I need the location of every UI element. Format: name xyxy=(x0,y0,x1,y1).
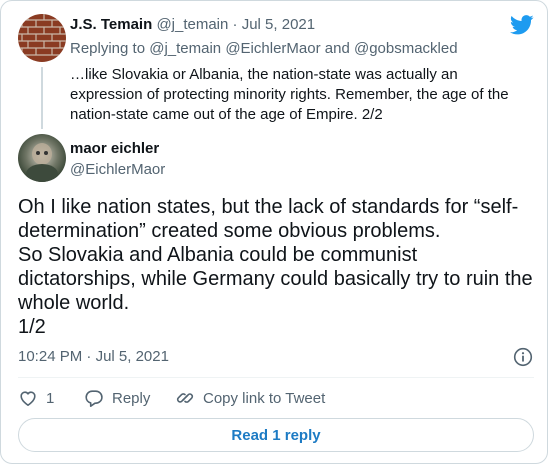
tweet-text-line: dictatorships, while Germany could basic… xyxy=(18,268,533,290)
heart-icon xyxy=(20,391,36,406)
replying-to-line: Replying to @j_temain @EichlerMaor and @… xyxy=(70,40,458,57)
tweet-author-name[interactable]: maor eichler xyxy=(70,140,159,157)
replying-handle-gobsmackled[interactable]: @gobsmackled xyxy=(354,40,458,57)
twitter-bird-icon[interactable] xyxy=(510,15,534,35)
tweet-text-line: whole world. xyxy=(18,292,130,314)
quoted-author-handle[interactable]: @j_temain xyxy=(156,16,228,33)
info-icon[interactable] xyxy=(513,347,533,367)
tweet-timestamp[interactable]: 10:24 PM · Jul 5, 2021 xyxy=(18,348,169,365)
tweet-embed-card: J.S. Temain @j_temain · Jul 5, 2021 Repl… xyxy=(0,0,548,464)
avatar-j-s-temain[interactable] xyxy=(18,14,66,62)
quoted-text-line: expression of protecting minority rights… xyxy=(70,86,509,103)
quoted-text-line: nation-state came out of the age of Empi… xyxy=(70,106,383,123)
like-count: 1 xyxy=(46,389,55,407)
tweet-text-line: Oh I like nation states, but the lack of… xyxy=(18,196,519,218)
quoted-author-line: J.S. Temain @j_temain · Jul 5, 2021 xyxy=(70,16,315,33)
like-button[interactable]: 1 xyxy=(18,387,54,409)
thread-connector-line xyxy=(41,67,43,129)
tweet-text-line: 1/2 xyxy=(18,316,46,338)
quoted-separator: · xyxy=(232,16,238,33)
quoted-author-name[interactable]: J.S. Temain xyxy=(70,16,152,33)
reply-bubble-icon xyxy=(85,390,103,407)
quoted-tweet-text: …like Slovakia or Albania, the nation-st… xyxy=(70,65,535,125)
replying-and: and xyxy=(324,40,350,57)
quoted-date[interactable]: Jul 5, 2021 xyxy=(242,16,315,33)
tweet-separator: · xyxy=(86,348,92,365)
replying-handle-j-temain[interactable]: @j_temain xyxy=(149,40,221,57)
tweet-author-handle[interactable]: @EichlerMaor xyxy=(70,161,165,178)
replying-handle-eichlermaor[interactable]: @EichlerMaor xyxy=(225,40,320,57)
copy-link-button[interactable]: Copy link to Tweet xyxy=(175,387,325,409)
tweet-text: Oh I like nation states, but the lack of… xyxy=(18,195,543,339)
reply-button[interactable]: Reply xyxy=(84,387,150,409)
tweet-time: 10:24 PM xyxy=(18,348,83,365)
copy-link-label: Copy link to Tweet xyxy=(203,389,326,407)
tweet-text-line: determination” created some obvious prob… xyxy=(18,220,441,242)
tweet-text-line: So Slovakia and Albania could be communi… xyxy=(18,244,418,266)
replying-to-prefix: Replying to xyxy=(70,40,146,57)
read-replies-button[interactable]: Read 1 reply xyxy=(18,418,534,452)
tweet-date: Jul 5, 2021 xyxy=(95,348,169,365)
link-icon xyxy=(176,393,194,403)
quoted-text-line: …like Slovakia or Albania, the nation-st… xyxy=(70,66,458,83)
divider xyxy=(18,377,534,378)
reply-label: Reply xyxy=(112,389,151,407)
avatar-maor-eichler[interactable] xyxy=(18,134,66,182)
